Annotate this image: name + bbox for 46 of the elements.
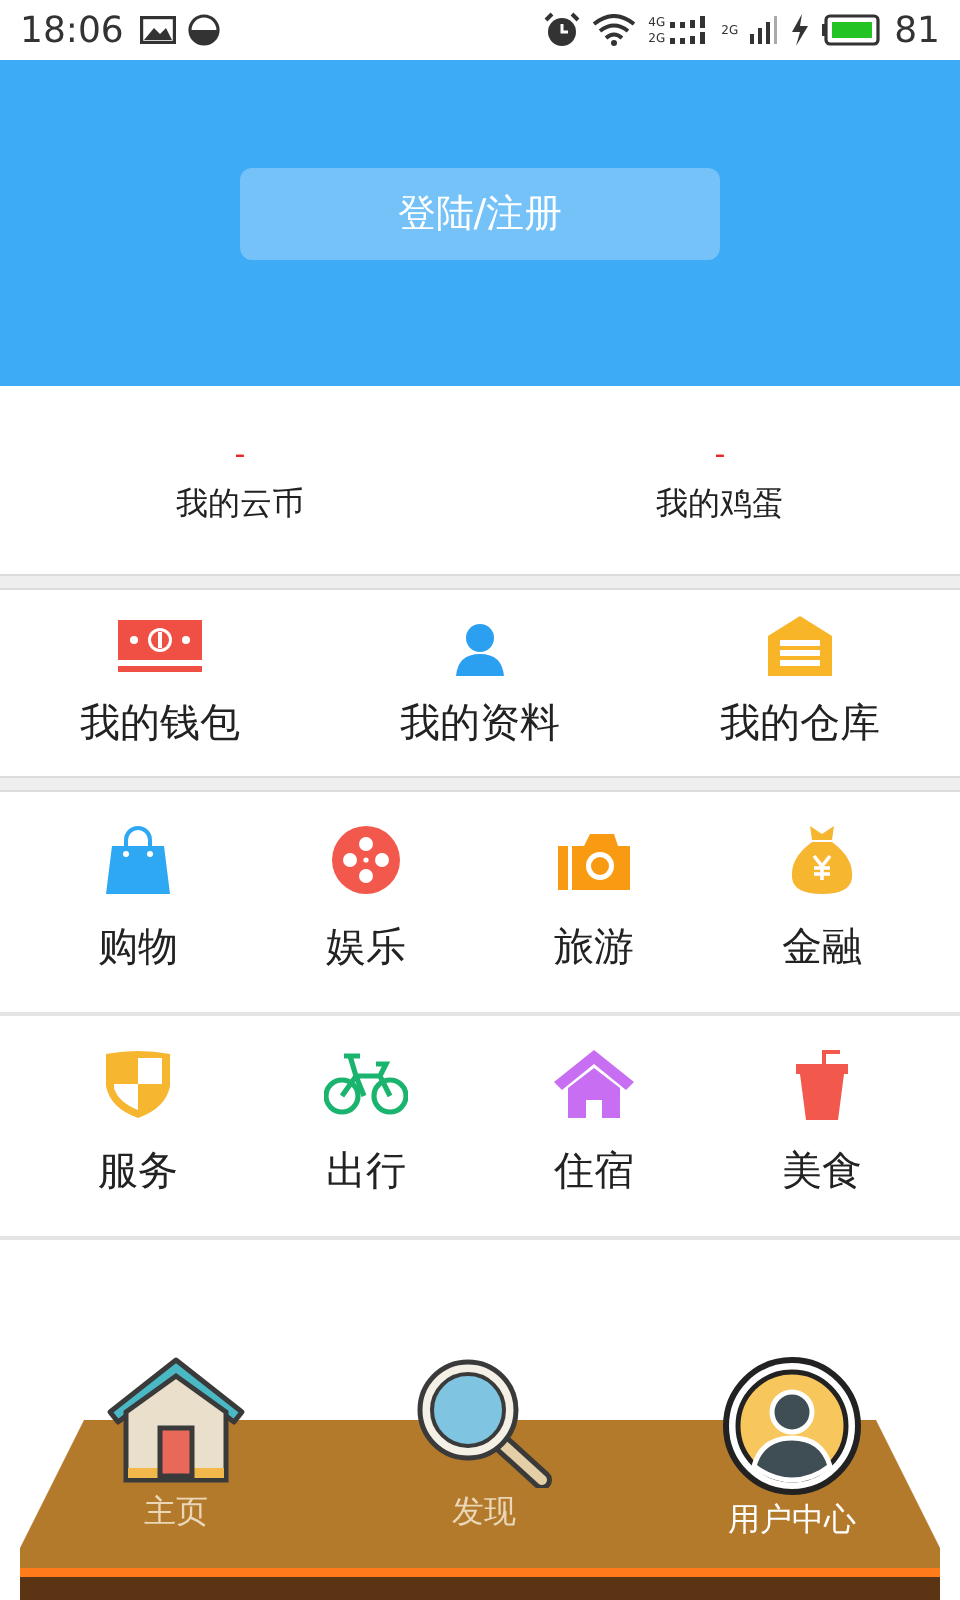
battery-percent: 81	[894, 9, 940, 51]
service-label[interactable]: 服务	[98, 1144, 178, 1198]
image-icon	[139, 16, 176, 44]
stat-label: 我的云币	[176, 483, 304, 525]
tab-label: 用户中心	[728, 1500, 856, 1542]
status-time: 18:06	[20, 9, 124, 51]
bicycle-icon	[324, 1052, 408, 1116]
stat-value: -	[234, 435, 246, 471]
stat-value: -	[714, 435, 726, 471]
drink-cup-icon	[796, 1048, 848, 1120]
service-label[interactable]: 金融	[782, 920, 862, 974]
tab-label: 主页	[144, 1492, 208, 1534]
shield-icon	[106, 1050, 170, 1118]
camera-icon	[558, 830, 630, 890]
service-label[interactable]: 出行	[326, 1144, 406, 1198]
charging-icon	[790, 14, 811, 46]
half-circle-icon	[187, 14, 220, 46]
service-label[interactable]: 旅游	[554, 920, 634, 974]
stat-item[interactable]: - 我的鸡蛋	[480, 386, 960, 574]
signal-dots-icon	[669, 32, 710, 44]
battery-icon	[822, 14, 883, 46]
shopping-bag-icon	[104, 826, 172, 894]
menu-label[interactable]: 我的资料	[400, 696, 560, 750]
nav-tab[interactable]: 用户中心	[692, 1356, 892, 1600]
magnifier-icon	[414, 1356, 554, 1488]
signal-dots-icon	[669, 16, 710, 28]
tab-label: 发现	[452, 1492, 516, 1534]
service-label[interactable]: 住宿	[554, 1144, 634, 1198]
menu-label[interactable]: 我的钱包	[80, 696, 240, 750]
film-reel-icon	[332, 826, 400, 894]
person-icon	[452, 620, 508, 676]
service-label[interactable]: 美食	[782, 1144, 862, 1198]
signal-bars-icon	[750, 16, 779, 44]
money-bag-icon	[790, 826, 854, 894]
stat-item[interactable]: - 我的云币	[0, 386, 480, 574]
house-icon	[554, 1050, 634, 1118]
garage-icon	[768, 616, 832, 676]
service-label[interactable]: 购物	[98, 920, 178, 974]
stat-label: 我的鸡蛋	[656, 483, 784, 525]
menu-label[interactable]: 我的仓库	[720, 696, 880, 750]
wifi-icon	[592, 14, 637, 46]
money-icon	[118, 620, 202, 676]
house-icon	[106, 1356, 246, 1488]
user-avatar-icon	[722, 1356, 862, 1496]
service-label[interactable]: 娱乐	[326, 920, 406, 974]
alarm-icon	[544, 12, 581, 48]
